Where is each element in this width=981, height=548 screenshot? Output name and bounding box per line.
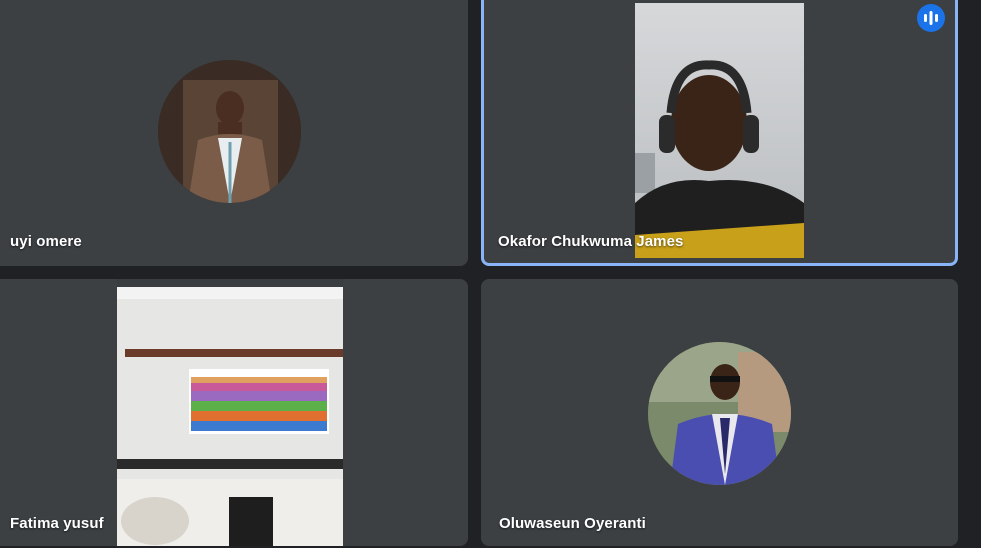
right-edge-strip	[961, 0, 981, 548]
participant-video	[117, 279, 343, 546]
camera-feed	[635, 3, 804, 258]
meeting-grid: uyi omere Okafor Chukwuma James Fatima y…	[0, 0, 981, 548]
participant-name: Fatima yusuf	[10, 515, 104, 532]
participant-tile-fatima-yusuf[interactable]: Fatima yusuf	[0, 279, 468, 546]
participant-tile-oluwaseun-oyeranti[interactable]: Oluwaseun Oyeranti	[481, 279, 958, 546]
participant-tile-uyi-omere[interactable]: uyi omere	[0, 0, 468, 266]
participant-tile-okafor-chukwuma-james[interactable]: Okafor Chukwuma James	[481, 0, 958, 266]
speaking-indicator	[917, 4, 945, 32]
participant-avatar	[648, 342, 791, 485]
participant-video	[635, 3, 804, 258]
camera-feed	[117, 279, 343, 546]
participant-name: Okafor Chukwuma James	[498, 233, 684, 250]
avatar-photo	[158, 60, 301, 203]
participant-name: Oluwaseun Oyeranti	[499, 515, 646, 532]
audio-bars-icon	[924, 11, 938, 25]
participant-avatar	[158, 60, 301, 203]
participant-name: uyi omere	[10, 233, 82, 250]
avatar-photo	[648, 342, 791, 485]
